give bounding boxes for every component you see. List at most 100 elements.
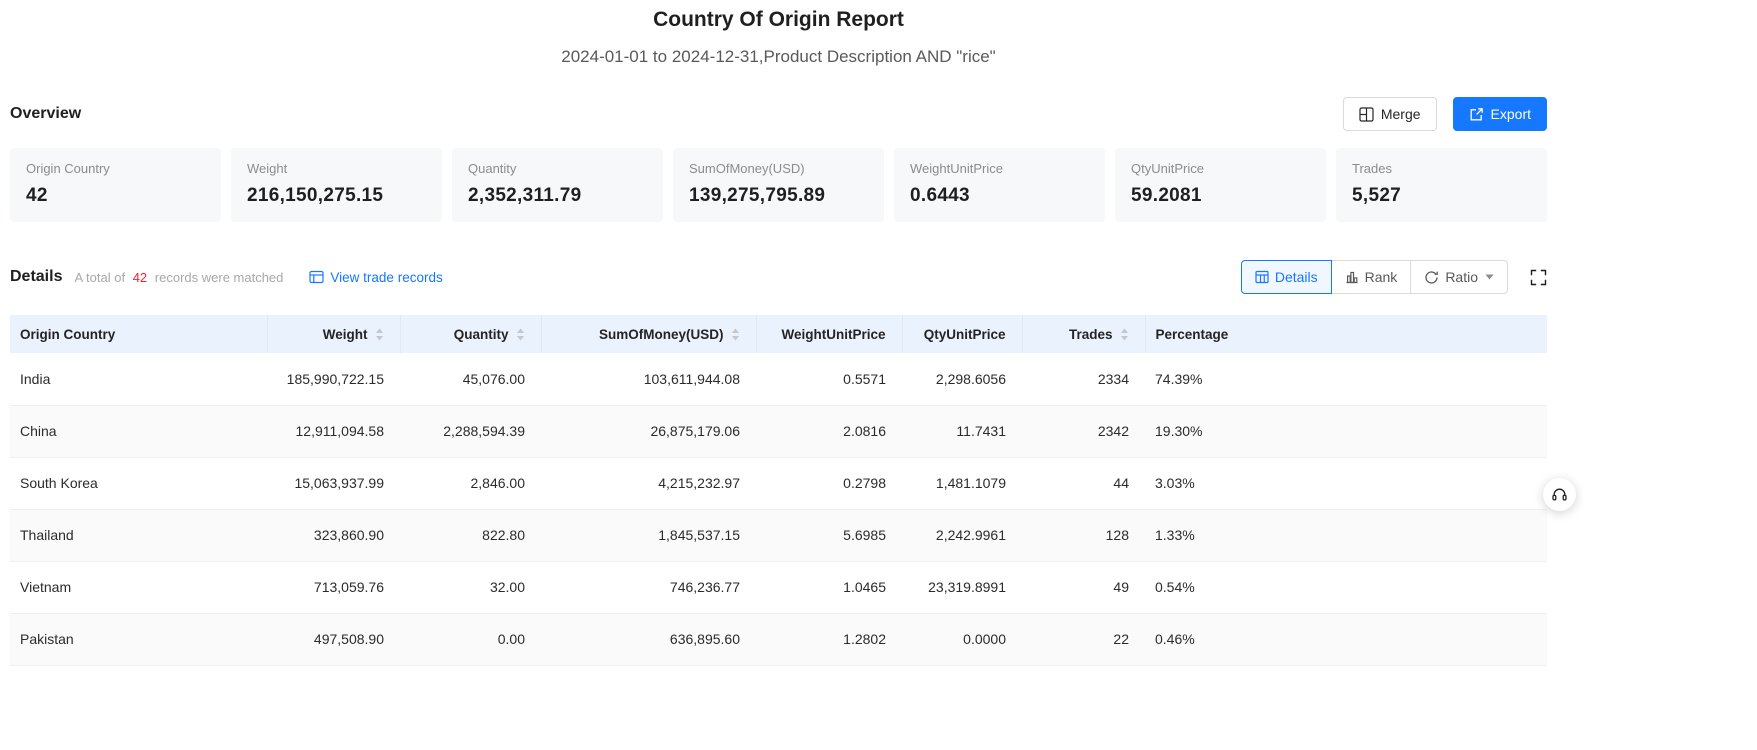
value-cell: 0.5571	[756, 353, 902, 406]
view-toggle-details[interactable]: Details	[1240, 260, 1332, 294]
value-cell: 2,242.9961	[902, 509, 1022, 562]
column-header: Percentage	[1145, 315, 1547, 353]
caret-down-icon	[1485, 274, 1494, 280]
card-label: Trades	[1352, 161, 1392, 176]
sort-icon[interactable]	[731, 328, 740, 341]
card-label: WeightUnitPrice	[910, 161, 1003, 176]
value-cell: 1.0465	[756, 561, 902, 614]
merge-icon	[1359, 106, 1374, 122]
value-cell: 3.03%	[1145, 457, 1547, 510]
value-cell: 74.39%	[1145, 353, 1547, 406]
sort-icon[interactable]	[375, 328, 384, 341]
column-header-label: Origin Country	[20, 326, 116, 342]
view-toggle-rank-label: Rank	[1364, 269, 1398, 285]
value-cell: 497,508.90	[267, 613, 400, 666]
details-bar: Details A total of 42 records were match…	[10, 260, 1547, 294]
overview-actions: Merge Export	[1342, 97, 1547, 131]
value-cell: 45,076.00	[400, 353, 541, 406]
value-cell: 19.30%	[1145, 405, 1547, 458]
sort-icon[interactable]	[1120, 328, 1129, 341]
column-header: QtyUnitPrice	[902, 315, 1023, 353]
country-cell: South Korea	[10, 457, 267, 510]
overview-section-title: Overview	[10, 105, 82, 122]
overview-card: Quantity 2,352,311.79	[452, 148, 663, 222]
value-cell: 713,059.76	[267, 561, 400, 614]
value-cell: 746,236.77	[541, 561, 756, 614]
value-cell: 0.46%	[1145, 613, 1547, 666]
column-header-label: WeightUnitPrice	[781, 326, 886, 342]
card-value: 216,150,275.15	[247, 185, 384, 206]
value-cell: 0.54%	[1145, 561, 1547, 614]
column-header[interactable]: SumOfMoney(USD)	[541, 315, 757, 353]
export-icon	[1469, 107, 1484, 122]
details-view-icon	[1255, 270, 1269, 284]
column-header-label: Weight	[322, 326, 368, 342]
column-header: Origin Country	[10, 315, 268, 353]
column-header[interactable]: Weight	[267, 315, 401, 353]
table-row[interactable]: India 185,990,722.15 45,076.00 103,611,944.…	[10, 353, 1547, 406]
merge-button[interactable]: Merge	[1342, 97, 1437, 131]
view-trade-records-label: View trade records	[330, 269, 443, 285]
column-header[interactable]: Trades	[1022, 315, 1146, 353]
matched-summary: A total of 42 records were matched	[74, 270, 283, 285]
value-cell: 128	[1022, 509, 1145, 562]
table-row[interactable]: Pakistan 497,508.90 0.00 636,895.60 1.2802 0.…	[10, 613, 1547, 666]
card-value: 2,352,311.79	[468, 185, 582, 206]
overview-card: QtyUnitPrice 59.2081	[1115, 148, 1326, 222]
column-header: WeightUnitPrice	[756, 315, 903, 353]
view-toggle-rank[interactable]: Rank	[1330, 260, 1412, 294]
merge-button-label: Merge	[1380, 106, 1421, 122]
card-value: 5,527	[1352, 185, 1402, 206]
card-value: 59.2081	[1131, 185, 1202, 206]
card-label: QtyUnitPrice	[1131, 161, 1204, 176]
country-cell: Thailand	[10, 509, 267, 562]
value-cell: 2,288,594.39	[400, 405, 541, 458]
view-toggle-details-label: Details	[1274, 269, 1318, 285]
fullscreen-button[interactable]	[1530, 269, 1547, 286]
column-header-label: Percentage	[1155, 326, 1229, 342]
view-toggle-ratio[interactable]: Ratio	[1410, 260, 1508, 294]
card-label: SumOfMoney(USD)	[689, 161, 805, 176]
card-label: Origin Country	[26, 161, 110, 176]
card-value: 139,275,795.89	[689, 185, 826, 206]
value-cell: 32.00	[400, 561, 541, 614]
country-cell: Pakistan	[10, 613, 267, 666]
country-cell: India	[10, 353, 267, 406]
value-cell: 323,860.90	[267, 509, 400, 562]
value-cell: 822.80	[400, 509, 541, 562]
value-cell: 49	[1022, 561, 1145, 614]
value-cell: 636,895.60	[541, 613, 756, 666]
value-cell: 26,875,179.06	[541, 405, 756, 458]
value-cell: 23,319.8991	[902, 561, 1022, 614]
matched-count: 42	[132, 269, 148, 285]
value-cell: 1,845,537.15	[541, 509, 756, 562]
export-button-label: Export	[1490, 106, 1531, 122]
view-records-icon	[309, 270, 325, 284]
table-row[interactable]: South Korea 15,063,937.99 2,846.00 4,215,23…	[10, 457, 1547, 510]
ratio-view-icon	[1424, 270, 1439, 285]
card-label: Quantity	[468, 161, 517, 176]
report-page: Country Of Origin Report 2024-01-01 to 2…	[0, 0, 1557, 666]
country-cell: Vietnam	[10, 561, 267, 614]
column-header-label: Quantity	[453, 326, 509, 342]
table-row[interactable]: Vietnam 713,059.76 32.00 746,236.77 1.0465 23…	[10, 561, 1547, 614]
export-button[interactable]: Export	[1452, 97, 1547, 131]
table-row[interactable]: China 12,911,094.58 2,288,594.39 26,875,179…	[10, 405, 1547, 458]
sort-icon[interactable]	[516, 328, 525, 341]
value-cell: 0.2798	[756, 457, 902, 510]
page-title: Country Of Origin Report	[653, 8, 904, 31]
column-header[interactable]: Quantity	[400, 315, 542, 353]
value-cell: 2,846.00	[400, 457, 541, 510]
value-cell: 0.00	[400, 613, 541, 666]
value-cell: 11.7431	[902, 405, 1022, 458]
table-row[interactable]: Thailand 323,860.90 822.80 1,845,537.15 5.69…	[10, 509, 1547, 562]
overview-bar: Overview Merge Export	[10, 97, 1547, 131]
table-header-row: Origin Country Weight Quantity SumOfMoney(U…	[10, 315, 1547, 353]
value-cell: 44	[1022, 457, 1145, 510]
support-float-button[interactable]	[1543, 478, 1576, 511]
view-trade-records-link[interactable]: View trade records	[309, 269, 443, 285]
overview-card: SumOfMoney(USD) 139,275,795.89	[673, 148, 884, 222]
column-header-label: Trades	[1068, 326, 1113, 342]
column-header-label: SumOfMoney(USD)	[599, 326, 724, 342]
value-cell: 4,215,232.97	[541, 457, 756, 510]
